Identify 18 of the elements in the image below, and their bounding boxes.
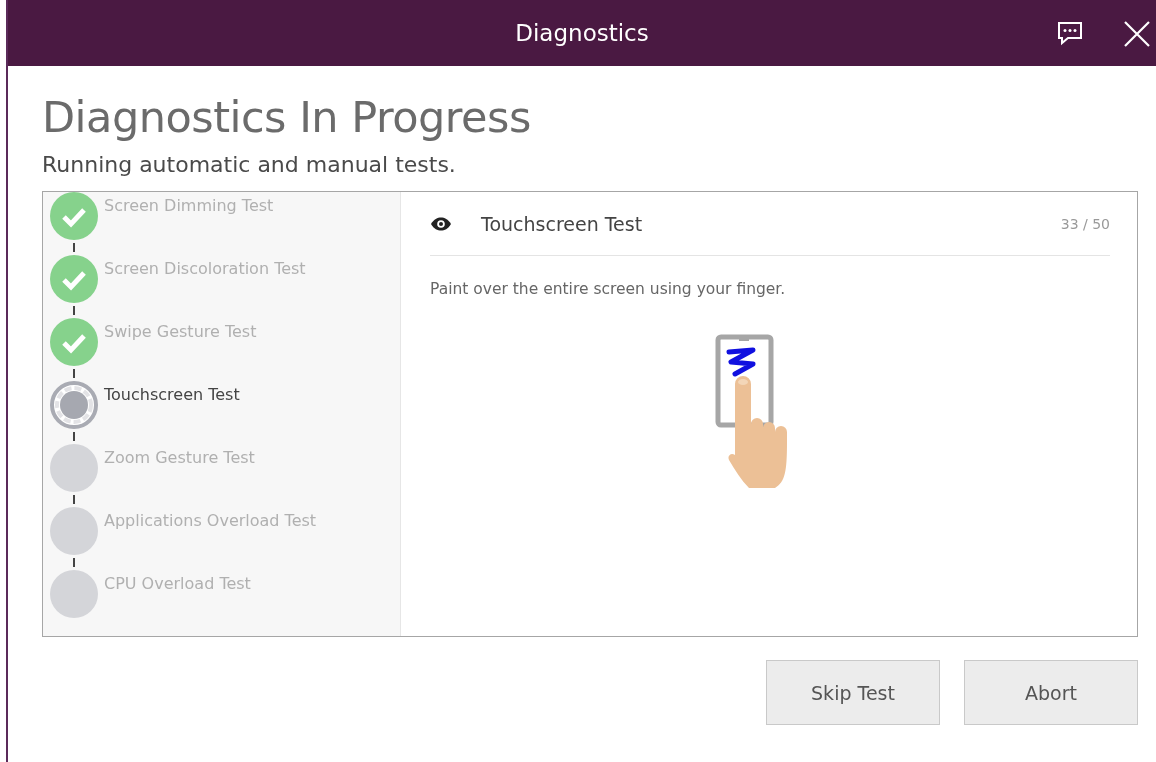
step-label: Screen Dimming Test [104,196,274,215]
window-title: Diagnostics [515,20,649,46]
eye-icon [430,216,452,231]
feedback-icon[interactable] [1056,20,1084,46]
step-label: Zoom Gesture Test [104,448,255,467]
step-label: Swipe Gesture Test [104,322,257,341]
step-label: CPU Overload Test [104,574,251,593]
test-name: Touchscreen Test [481,212,644,235]
action-button[interactable]: Skip Test [766,660,940,725]
step-label: Touchscreen Test [104,385,240,404]
step-label: Screen Discoloration Test [104,259,306,278]
close-icon[interactable] [1124,21,1150,47]
action-button[interactable]: Abort [964,660,1138,725]
step-label: Applications Overload Test [104,511,317,530]
test-counter: 33 / 50 [1060,215,1110,232]
test-instruction: Paint over the entire screen using your finger. [430,280,787,298]
page-heading: Diagnostics In Progress [42,92,532,142]
page-subheading: Running automatic and manual tests. [42,152,457,177]
